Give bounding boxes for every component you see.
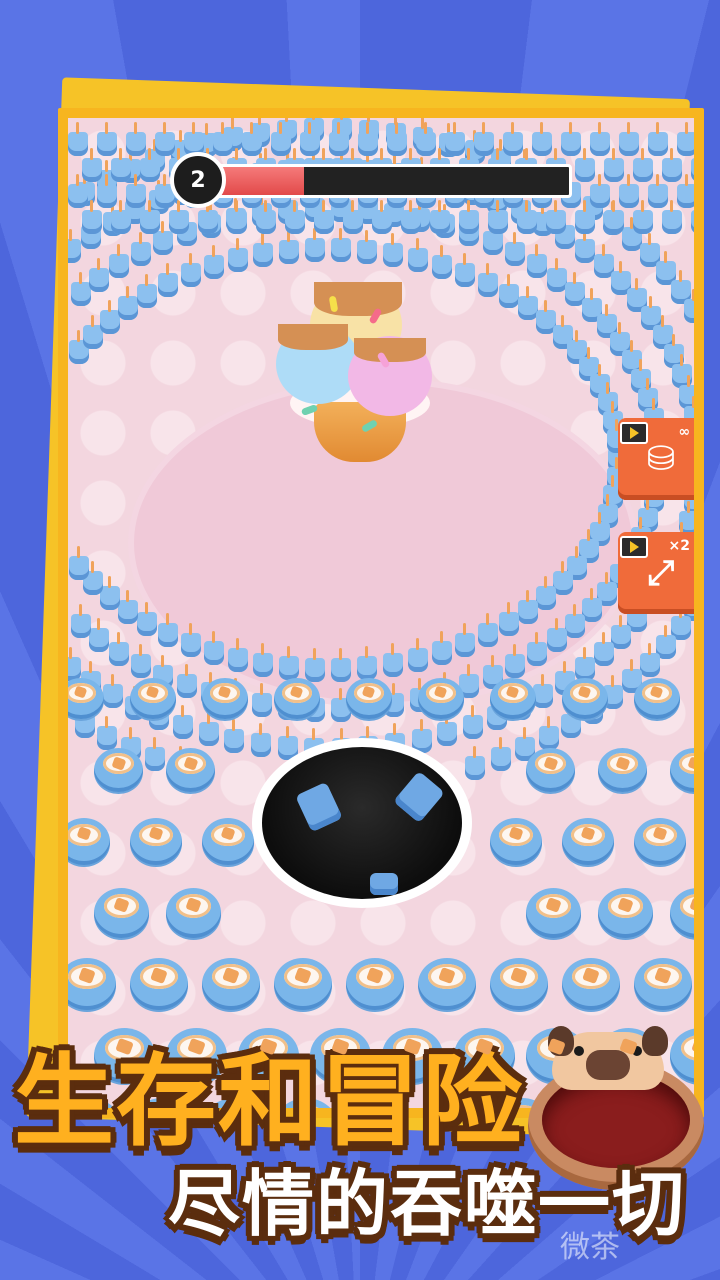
cup [526, 748, 575, 793]
game-field[interactable] [68, 118, 694, 1108]
cup [130, 678, 176, 720]
cup [68, 678, 104, 720]
powerup-size-button[interactable]: ⛁ ∞ [618, 418, 694, 500]
cup [490, 958, 548, 1011]
cup [634, 818, 686, 865]
pug-muzzle [586, 1050, 630, 1080]
caramel-drip [354, 338, 426, 362]
cup [68, 818, 110, 865]
falling-cup [393, 770, 445, 824]
cup [670, 1028, 694, 1083]
progress-track [212, 164, 572, 198]
falling-cup [370, 873, 398, 895]
player-hole[interactable] [252, 738, 472, 908]
pug-eye [574, 1046, 584, 1056]
headline-line1: 生存和冒险 [14, 1043, 524, 1160]
cup [274, 958, 332, 1011]
cup [418, 678, 464, 720]
cup [130, 958, 188, 1011]
cup [598, 888, 653, 938]
ice-cream-target [270, 282, 440, 482]
cup [346, 678, 392, 720]
cup [202, 678, 248, 720]
expand-arrows-icon: ⤢ [647, 553, 675, 593]
cup [94, 748, 143, 793]
falling-cup [295, 781, 343, 833]
level-progress: 2 [170, 152, 574, 208]
cup [490, 818, 542, 865]
pug-mascot-icon [548, 1026, 668, 1090]
watermark: 微茶 [560, 1230, 620, 1265]
powerup-range-tag: ×2 [668, 538, 690, 554]
cups-layer [68, 118, 694, 1108]
cup [166, 748, 215, 793]
cup [670, 748, 694, 793]
pug-ear [642, 1026, 668, 1056]
cup [130, 818, 182, 865]
cup [634, 678, 680, 720]
powerup-range-button[interactable]: ⤢ ×2 [618, 532, 694, 614]
cup [562, 818, 614, 865]
cup [418, 958, 476, 1011]
cup [274, 678, 320, 720]
cup [562, 678, 608, 720]
cup [94, 888, 149, 938]
level-badge: 2 [170, 152, 226, 208]
progress-fill [215, 167, 304, 195]
cup-stack-icon: ⛁ [646, 439, 676, 479]
cup [166, 888, 221, 938]
cup [202, 818, 254, 865]
video-icon [620, 422, 648, 444]
cup [598, 748, 647, 793]
caramel-drip [314, 282, 402, 316]
cup [202, 958, 260, 1011]
cup [490, 678, 536, 720]
cup [670, 888, 694, 938]
caramel-drip [278, 324, 348, 350]
cup [634, 958, 692, 1011]
cup [526, 888, 581, 938]
video-icon [620, 536, 648, 558]
cup [562, 958, 620, 1011]
hole-pit [262, 747, 462, 899]
cup [346, 958, 404, 1011]
cup [68, 958, 116, 1011]
powerup-size-tag: ∞ [678, 424, 690, 440]
